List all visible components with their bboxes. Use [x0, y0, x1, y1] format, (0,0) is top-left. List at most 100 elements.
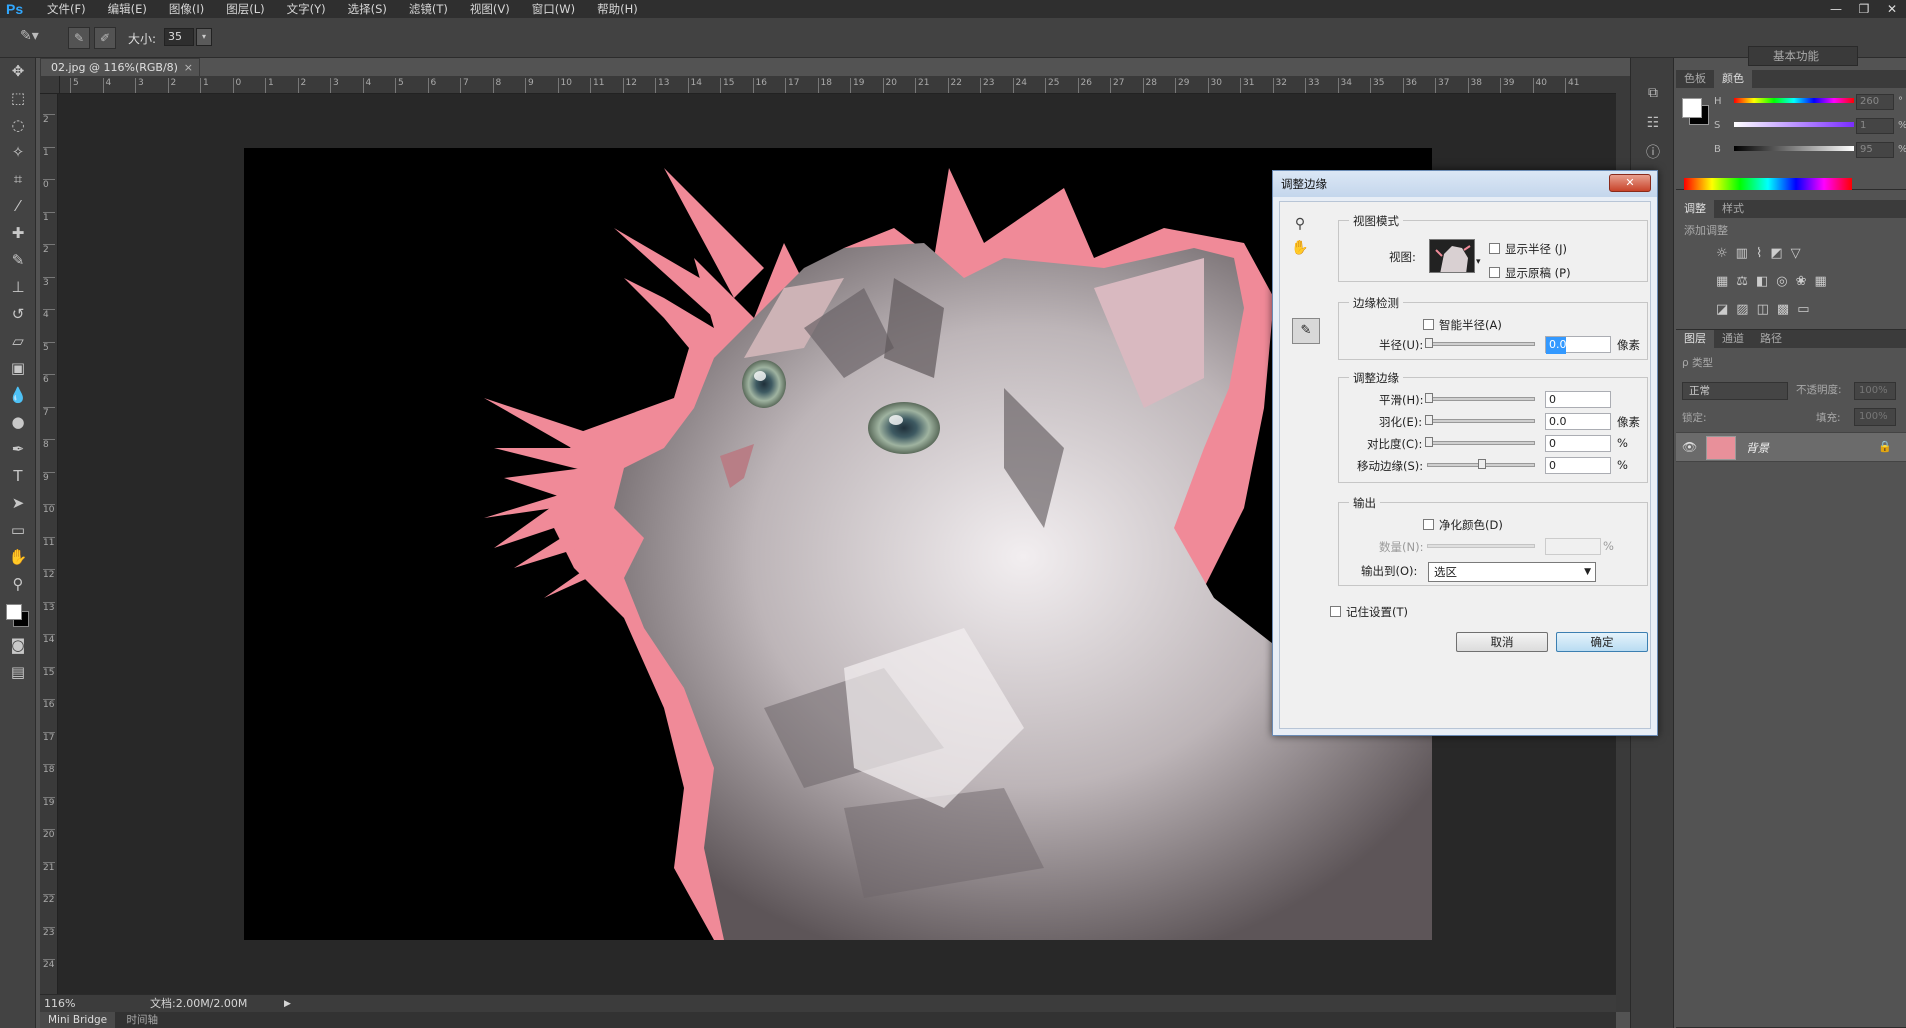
contrast-field[interactable]: 0 — [1545, 435, 1611, 452]
radius-slider-thumb[interactable] — [1425, 338, 1433, 348]
opacity-field[interactable]: 100% — [1854, 382, 1896, 400]
layer-name[interactable]: 背景 — [1746, 440, 1769, 456]
dialog-close-button[interactable]: ✕ — [1609, 174, 1651, 192]
move-tool-icon[interactable]: ✥ — [0, 58, 36, 85]
hue-saturation-icon[interactable]: ▦ — [1716, 274, 1728, 289]
menu-file[interactable]: 文件(F) — [36, 0, 97, 18]
vibrance-icon[interactable]: ▽ — [1791, 246, 1801, 261]
brush-size-field[interactable]: 35 — [164, 28, 194, 46]
tab-styles[interactable]: 样式 — [1714, 200, 1752, 218]
tab-adjustments[interactable]: 调整 — [1676, 200, 1714, 218]
shift-edge-slider-thumb[interactable] — [1478, 459, 1486, 469]
document-tab[interactable]: 02.jpg @ 116%(RGB/8) × — [40, 58, 200, 76]
show-radius-checkbox[interactable] — [1489, 243, 1500, 254]
tab-color[interactable]: 颜色 — [1714, 70, 1752, 88]
screen-mode-icon[interactable]: ▤ — [0, 659, 36, 686]
close-document-icon[interactable]: × — [184, 59, 193, 76]
quick-mask-icon[interactable]: ◙ — [0, 632, 36, 659]
blend-mode-select[interactable]: 正常 — [1682, 382, 1788, 400]
panel-foreground-swatch[interactable] — [1682, 98, 1702, 118]
zoom-level[interactable]: 116% — [44, 995, 75, 1013]
quick-selection-tool-preset-icon[interactable]: ✎▾ — [20, 28, 60, 48]
menu-help[interactable]: 帮助(H) — [586, 0, 649, 18]
contrast-slider-thumb[interactable] — [1425, 437, 1433, 447]
status-menu-arrow-icon[interactable]: ▶ — [284, 995, 291, 1013]
output-to-select[interactable]: 选区 ▼ — [1428, 562, 1596, 582]
restore-button[interactable]: ❐ — [1850, 0, 1878, 18]
levels-icon[interactable]: ▥ — [1736, 246, 1748, 261]
gradient-tool-icon[interactable]: ▣ — [0, 355, 36, 382]
shift-edge-slider[interactable] — [1427, 459, 1535, 469]
hand-icon[interactable]: ✋ — [1288, 236, 1312, 260]
close-window-button[interactable]: ✕ — [1878, 0, 1906, 18]
zoom-tool-icon[interactable]: ⚲ — [0, 571, 36, 598]
selective-color-icon[interactable]: ▩ — [1777, 302, 1789, 317]
hue-value[interactable]: 260 — [1856, 94, 1894, 110]
history-brush-tool-icon[interactable]: ↺ — [0, 301, 36, 328]
color-swatches[interactable] — [0, 598, 36, 632]
hue-slider[interactable] — [1734, 98, 1854, 103]
menu-layer[interactable]: 图层(L) — [215, 0, 275, 18]
tab-channels[interactable]: 通道 — [1714, 330, 1752, 348]
eyedropper-tool-icon[interactable]: ⁄ — [0, 193, 36, 220]
subtract-brush-icon[interactable]: ✐ — [94, 27, 116, 49]
marquee-tool-icon[interactable]: ⬚ — [0, 85, 36, 112]
minimize-button[interactable]: — — [1822, 0, 1850, 18]
properties-panel-icon[interactable]: ☷ — [1631, 108, 1675, 138]
curves-icon[interactable]: ⌇ — [1756, 246, 1762, 261]
clone-stamp-tool-icon[interactable]: ⊥ — [0, 274, 36, 301]
contrast-slider[interactable] — [1425, 437, 1535, 447]
feather-field[interactable]: 0.0 — [1545, 413, 1611, 430]
cancel-button[interactable]: 取消 — [1456, 632, 1548, 652]
brush-tool-icon[interactable]: ✎ — [0, 247, 36, 274]
saturation-slider[interactable] — [1734, 122, 1854, 127]
pen-tool-icon[interactable]: ✒ — [0, 436, 36, 463]
eraser-tool-icon[interactable]: ▱ — [0, 328, 36, 355]
healing-brush-tool-icon[interactable]: ✚ — [0, 220, 36, 247]
document-image[interactable] — [244, 148, 1432, 940]
menu-type[interactable]: 文字(Y) — [276, 0, 337, 18]
color-lookup-icon[interactable]: ▦ — [1815, 274, 1827, 289]
menu-select[interactable]: 选择(S) — [337, 0, 398, 18]
menu-image[interactable]: 图像(I) — [158, 0, 215, 18]
brush-size-dropdown-icon[interactable]: ▾ — [196, 28, 212, 46]
saturation-value[interactable]: 1 — [1856, 118, 1894, 134]
brightness-value[interactable]: 95 — [1856, 142, 1894, 158]
dodge-tool-icon[interactable]: ● — [0, 409, 36, 436]
info-panel-icon[interactable]: ⓘ — [1631, 138, 1675, 168]
refine-radius-brush-icon[interactable]: ✎ — [1292, 318, 1320, 344]
threshold-icon[interactable]: ◫ — [1757, 302, 1769, 317]
rectangle-tool-icon[interactable]: ▭ — [0, 517, 36, 544]
lasso-tool-icon[interactable]: ◌ — [0, 112, 36, 139]
color-balance-icon[interactable]: ⚖ — [1736, 274, 1748, 289]
shift-edge-field[interactable]: 0 — [1545, 457, 1611, 474]
gradient-map-icon[interactable]: ▭ — [1797, 302, 1809, 317]
quick-selection-tool-icon[interactable]: ✧ — [0, 139, 36, 166]
crop-tool-icon[interactable]: ⌗ — [0, 166, 36, 193]
color-spectrum-ramp[interactable] — [1684, 178, 1852, 190]
view-mode-thumbnail[interactable] — [1429, 239, 1475, 273]
menu-window[interactable]: 窗口(W) — [521, 0, 586, 18]
hand-tool-icon[interactable]: ✋ — [0, 544, 36, 571]
menu-edit[interactable]: 编辑(E) — [97, 0, 158, 18]
foreground-color-swatch[interactable] — [6, 604, 22, 620]
type-tool-icon[interactable]: T — [0, 463, 36, 490]
feather-slider-thumb[interactable] — [1425, 415, 1433, 425]
posterize-icon[interactable]: ▨ — [1736, 302, 1748, 317]
show-original-checkbox[interactable] — [1489, 267, 1500, 278]
layer-kind-filter[interactable]: ρ 类型 — [1682, 354, 1713, 372]
smooth-slider[interactable] — [1425, 393, 1535, 403]
view-dropdown-icon[interactable]: ▾ — [1476, 257, 1481, 267]
brightness-contrast-icon[interactable]: ☼ — [1716, 246, 1728, 261]
black-white-icon[interactable]: ◧ — [1756, 274, 1768, 289]
fill-field[interactable]: 100% — [1854, 408, 1896, 426]
tab-timeline[interactable]: 时间轴 — [118, 1012, 166, 1028]
zoom-icon[interactable]: ⚲ — [1288, 212, 1312, 236]
brightness-slider[interactable] — [1734, 146, 1854, 151]
history-panel-icon[interactable]: ⧉ — [1631, 78, 1675, 108]
radius-value[interactable]: 0.0 — [1546, 337, 1567, 354]
smooth-field[interactable]: 0 — [1545, 391, 1611, 408]
smooth-slider-thumb[interactable] — [1425, 393, 1433, 403]
remember-settings-checkbox[interactable] — [1330, 606, 1341, 617]
photo-filter-icon[interactable]: ◎ — [1776, 274, 1787, 289]
